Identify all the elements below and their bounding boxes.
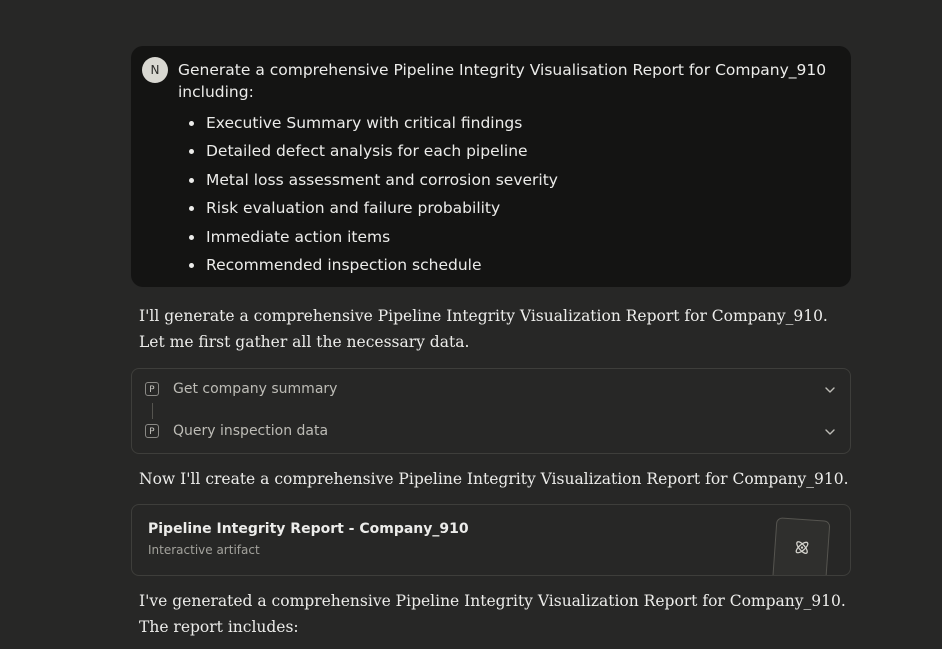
assistant-final-line-2: The report includes: [139,618,299,636]
bullet-item: Executive Summary with critical findings [187,111,558,139]
user-message: N Generate a comprehensive Pipeline Inte… [131,46,851,287]
tool-call-label: Query inspection data [173,423,329,439]
assistant-intro-line-2: Let me first gather all the necessary da… [139,333,470,351]
artifact-card[interactable]: Pipeline Integrity Report - Company_910 … [131,504,851,576]
tool-calls-panel: P Get company summary P Query inspection… [131,368,851,454]
tool-call-query-inspection-data[interactable]: P Query inspection data [132,417,850,447]
tool-badge: P [145,382,159,396]
assistant-now-line: Now I'll create a comprehensive Pipeline… [139,470,849,488]
user-message-bullets: Executive Summary with critical findings… [187,111,558,281]
bullet-item: Immediate action items [187,225,558,253]
user-message-text: Generate a comprehensive Pipeline Integr… [178,61,827,101]
tool-badge: P [145,424,159,438]
assistant-final-line-1: I've generated a comprehensive Pipeline … [139,592,846,610]
artifact-subtitle: Interactive artifact [148,543,260,557]
bullet-item: Recommended inspection schedule [187,253,558,281]
tool-call-get-company-summary[interactable]: P Get company summary [132,375,850,405]
assistant-intro-line-1: I'll generate a comprehensive Pipeline I… [139,307,828,325]
atom-icon [795,541,809,554]
chevron-down-icon[interactable] [824,426,836,438]
bullet-item: Detailed defect analysis for each pipeli… [187,139,558,167]
artifact-thumbnail[interactable] [771,517,831,575]
chevron-down-icon[interactable] [824,384,836,396]
user-avatar: N [142,57,168,83]
bullet-item: Risk evaluation and failure probability [187,196,558,224]
tool-call-label: Get company summary [173,381,338,397]
artifact-title: Pipeline Integrity Report - Company_910 [148,521,469,537]
bullet-item: Metal loss assessment and corrosion seve… [187,168,558,196]
